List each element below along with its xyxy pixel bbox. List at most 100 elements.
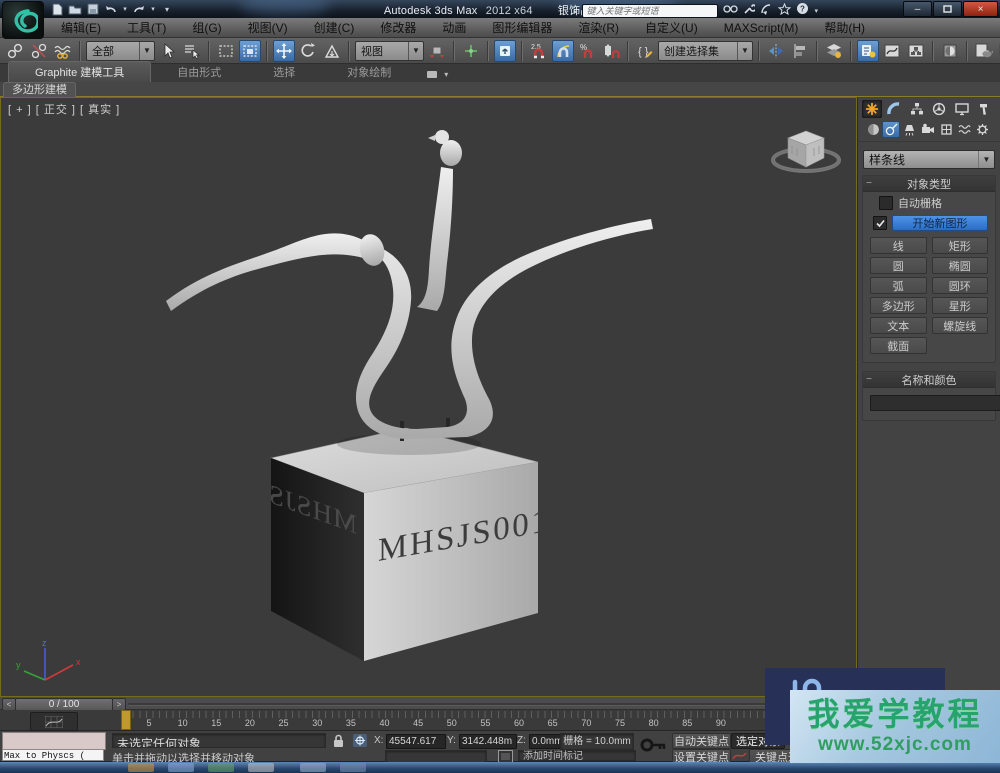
coord-x-field[interactable]: 45547.617 xyxy=(386,734,446,749)
viewcube[interactable] xyxy=(764,120,848,182)
object-type-rollout-header[interactable]: − 对象类型 xyxy=(863,176,995,192)
collapse-arrow-icon[interactable]: ▸ xyxy=(573,7,577,16)
windows-taskbar[interactable] xyxy=(0,762,1000,773)
time-slider-track[interactable] xyxy=(128,703,853,706)
viewport[interactable]: [ + ] [ 正交 ] [ 真实 ] xyxy=(0,97,857,697)
selection-lock-icon[interactable] xyxy=(332,734,345,753)
named-selection-sets-dropdown[interactable]: 创建选择集 ▼ xyxy=(658,41,753,61)
menu-item[interactable]: 动画 xyxy=(429,18,479,38)
mirror-icon[interactable] xyxy=(765,40,787,62)
menu-item[interactable]: 自定义(U) xyxy=(632,18,711,38)
geometry-category-icon[interactable] xyxy=(864,121,882,138)
ribbon-tab-graphite[interactable]: Graphite 建模工具 xyxy=(8,61,151,82)
schematic-view-icon[interactable] xyxy=(905,40,927,62)
percent-snap-toggle-icon[interactable]: % xyxy=(576,40,598,62)
menu-item[interactable]: 图形编辑器 xyxy=(479,18,565,38)
taskbar-app-icon[interactable] xyxy=(208,763,234,772)
object-name-input[interactable] xyxy=(870,395,1000,411)
create-tab-icon[interactable] xyxy=(862,100,882,118)
taskbar-app-icon[interactable] xyxy=(168,763,194,772)
menu-item[interactable]: 修改器 xyxy=(367,18,429,38)
align-icon[interactable] xyxy=(789,40,811,62)
ribbon-tab-freeform[interactable]: 自由形式 xyxy=(151,62,247,82)
motion-tab-icon[interactable] xyxy=(929,100,949,118)
angle-snap-toggle-icon[interactable] xyxy=(552,40,574,62)
name-color-rollout-header[interactable]: − 名称和颜色 xyxy=(863,372,995,388)
minimize-button[interactable]: – xyxy=(903,1,932,17)
shape-button[interactable]: 多边形 xyxy=(870,297,927,314)
menu-item[interactable]: 组(G) xyxy=(179,18,234,38)
menu-item[interactable]: 渲染(R) xyxy=(565,18,632,38)
select-object-icon[interactable] xyxy=(157,40,179,62)
shape-button[interactable]: 线 xyxy=(870,237,927,254)
absolute-offset-mode-icon[interactable] xyxy=(352,733,368,753)
shape-button[interactable]: 弧 xyxy=(870,277,927,294)
bind-to-space-warp-icon[interactable] xyxy=(52,40,74,62)
current-frame-marker[interactable] xyxy=(121,710,131,730)
taskbar-app-icon[interactable] xyxy=(340,763,366,772)
set-keys-key-icon[interactable] xyxy=(640,735,668,760)
utilities-tab-icon[interactable] xyxy=(974,100,994,118)
menu-item[interactable]: 编辑(E) xyxy=(48,18,114,38)
modify-tab-icon[interactable] xyxy=(884,100,904,118)
search-input[interactable] xyxy=(582,4,718,18)
start-new-shape-checkbox[interactable] xyxy=(873,216,887,230)
shape-button[interactable]: 星形 xyxy=(932,297,989,314)
menu-item[interactable]: 工具(T) xyxy=(114,18,179,38)
autogrid-checkbox[interactable] xyxy=(879,196,893,210)
select-and-manipulate-icon[interactable] xyxy=(460,40,482,62)
helpers-category-icon[interactable] xyxy=(937,121,955,138)
auto-key-button[interactable]: 自动关键点 xyxy=(672,733,731,749)
layer-manager-icon[interactable] xyxy=(823,40,845,62)
ribbon-tab-object-paint[interactable]: 对象绘制 xyxy=(321,62,417,82)
track-bar[interactable]: 51015202530354045505560657075808590 xyxy=(0,710,857,731)
select-and-scale-icon[interactable] xyxy=(321,40,343,62)
space-warps-category-icon[interactable] xyxy=(956,121,974,138)
window-crossing-toggle-icon[interactable] xyxy=(239,40,261,62)
shape-category-dropdown[interactable]: 样条线 ▼ xyxy=(863,150,995,169)
shape-button[interactable]: 圆环 xyxy=(932,277,989,294)
open-mini-curve-editor-button[interactable] xyxy=(30,712,78,731)
select-and-rotate-icon[interactable] xyxy=(297,40,319,62)
ribbon-tab-selection[interactable]: 选择 xyxy=(247,62,321,82)
ribbon-panel-polygon-modeling[interactable]: 多边形建模 xyxy=(3,82,76,97)
shapes-category-icon[interactable] xyxy=(882,121,900,138)
graphite-modeling-tools-toggle-icon[interactable] xyxy=(857,40,879,62)
edit-named-selection-sets-icon[interactable]: { } xyxy=(634,40,656,62)
cameras-category-icon[interactable] xyxy=(919,121,937,138)
taskbar-app-icon[interactable] xyxy=(300,763,326,772)
shape-button[interactable]: 圆 xyxy=(870,257,927,274)
start-new-shape-button[interactable]: 开始新图形 xyxy=(892,215,988,231)
systems-category-icon[interactable] xyxy=(974,121,992,138)
reference-coordinate-system-dropdown[interactable]: 视图 ▼ xyxy=(355,41,424,61)
unlink-selection-icon[interactable] xyxy=(28,40,50,62)
application-menu-button[interactable] xyxy=(2,1,44,39)
menu-item[interactable]: 帮助(H) xyxy=(811,18,878,38)
menu-item[interactable]: 视图(V) xyxy=(235,18,301,38)
maxscript-mini-listener[interactable] xyxy=(2,732,106,750)
viewport-label[interactable]: [ + ] [ 正交 ] [ 真实 ] xyxy=(8,101,120,117)
select-and-link-icon[interactable] xyxy=(4,40,26,62)
shape-button[interactable]: 文本 xyxy=(870,317,927,334)
shape-button[interactable]: 截面 xyxy=(870,337,927,354)
viewport-scene[interactable]: MHSJS001 MHSJS001 xyxy=(1,98,856,696)
lights-category-icon[interactable] xyxy=(901,121,919,138)
taskbar-app-icon[interactable] xyxy=(248,763,274,772)
material-editor-icon[interactable] xyxy=(939,40,961,62)
selection-filter-dropdown[interactable]: 全部 ▼ xyxy=(86,41,155,61)
ribbon-options-dropdown[interactable]: ▾ xyxy=(427,70,448,82)
keyboard-shortcut-override-icon[interactable] xyxy=(494,40,516,62)
help-dropdown-icon[interactable]: ▾ xyxy=(814,7,818,15)
rectangular-selection-region-icon[interactable] xyxy=(215,40,237,62)
select-and-move-icon[interactable] xyxy=(273,40,295,62)
select-by-name-icon[interactable] xyxy=(181,40,203,62)
maximize-button[interactable] xyxy=(933,1,962,17)
add-time-tag[interactable]: 添加时间标记 xyxy=(518,750,636,761)
curve-editor-icon[interactable] xyxy=(881,40,903,62)
taskbar-app-icon[interactable] xyxy=(128,763,154,772)
coord-y-field[interactable]: 3142.448m xyxy=(459,734,517,749)
shape-button[interactable]: 矩形 xyxy=(932,237,989,254)
display-tab-icon[interactable] xyxy=(952,100,972,118)
close-button[interactable]: × xyxy=(963,1,998,17)
shape-button[interactable]: 螺旋线 xyxy=(932,317,989,334)
